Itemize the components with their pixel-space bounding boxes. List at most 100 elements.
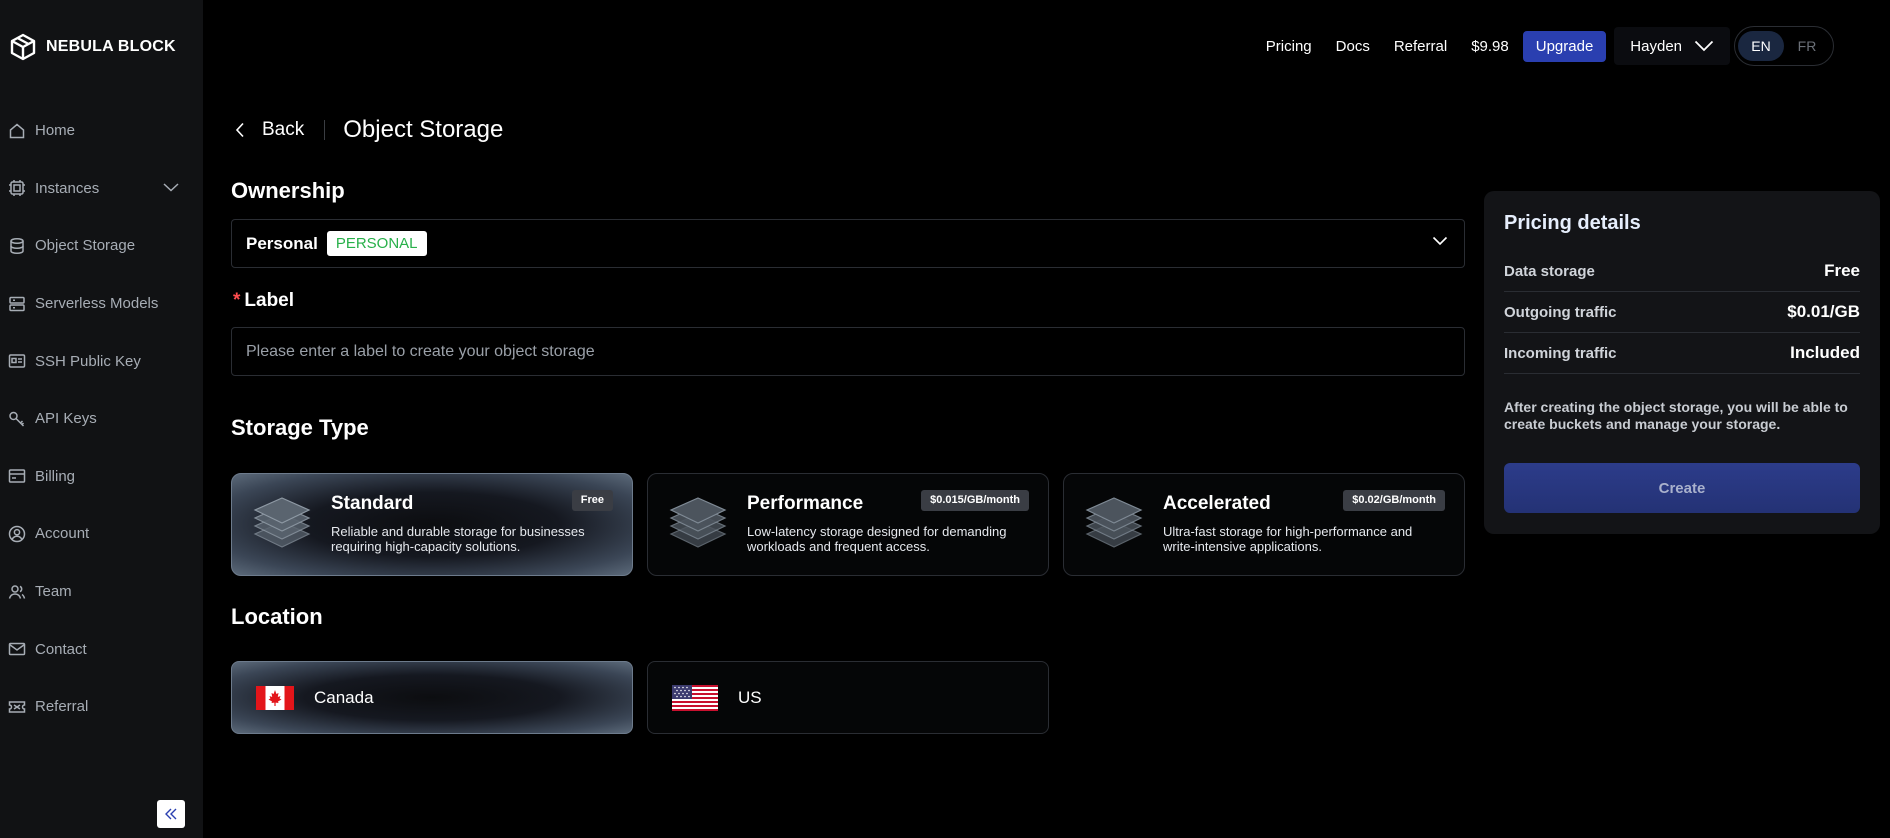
top-nav: Pricing Docs Referral $9.98 Upgrade Hayd… <box>1242 26 1834 66</box>
storage-card-standard[interactable]: Standard Free Reliable and durable stora… <box>231 473 633 576</box>
storage-card-price-badge: $0.015/GB/month <box>921 490 1029 511</box>
sidebar-item-label: SSH Public Key <box>35 352 141 370</box>
sidebar: NEBULA BLOCK Home Instances Object Stora… <box>0 0 203 838</box>
sidebar-item-label: Billing <box>35 467 76 485</box>
ownership-value: Personal <box>246 233 318 253</box>
collapse-sidebar-button[interactable] <box>157 800 185 828</box>
location-name: Canada <box>314 687 374 707</box>
sidebar-item-label: Home <box>35 122 76 140</box>
sidebar-nav: Home Instances Object Storage Serverless… <box>0 102 203 736</box>
storage-type-title: Storage Type <box>231 415 369 440</box>
sidebar-item-api-keys[interactable]: API Keys <box>0 390 203 448</box>
home-icon <box>8 122 26 140</box>
team-icon <box>8 583 26 601</box>
sidebar-item-account[interactable]: Account <box>0 505 203 563</box>
ticket-icon <box>8 698 26 716</box>
storage-card-price-badge: Free <box>571 490 613 511</box>
storage-card-accelerated[interactable]: Accelerated $0.02/GB/month Ultra-fast st… <box>1063 473 1465 576</box>
required-mark: * <box>233 290 241 311</box>
location-option-canada[interactable]: Canada <box>231 661 633 734</box>
pricing-row-key: Data storage <box>1504 262 1595 280</box>
lang-fr-option[interactable]: FR <box>1784 31 1830 61</box>
canada-flag-icon <box>256 685 294 710</box>
brand-logo[interactable]: NEBULA BLOCK <box>8 32 176 62</box>
sidebar-item-label: Contact <box>35 640 87 658</box>
sidebar-item-object-storage[interactable]: Object Storage <box>0 217 203 275</box>
storage-card-title: Accelerated <box>1163 493 1271 514</box>
topbar: Pricing Docs Referral $9.98 Upgrade Hayd… <box>203 0 1890 94</box>
storage-card-description: Low-latency storage designed for demandi… <box>747 524 1007 554</box>
pricing-row: Outgoing traffic $0.01/GB <box>1504 292 1860 333</box>
page-title: Object Storage <box>343 116 504 143</box>
user-menu[interactable]: Hayden <box>1614 27 1730 65</box>
label-title: * Label <box>233 290 294 312</box>
mail-icon <box>8 640 26 658</box>
key-icon <box>8 410 26 428</box>
pricing-row-value: Free <box>1824 261 1860 280</box>
upgrade-button[interactable]: Upgrade <box>1522 30 1607 62</box>
pricing-row-value: $0.01/GB <box>1787 302 1860 321</box>
storage-type-options: Standard Free Reliable and durable stora… <box>231 473 1465 576</box>
sidebar-item-label: Referral <box>35 698 89 716</box>
sidebar-item-instances[interactable]: Instances <box>0 160 203 218</box>
storage-card-title: Performance <box>747 493 864 514</box>
storage-stack-icon <box>1084 492 1144 555</box>
sidebar-item-referral[interactable]: Referral <box>0 678 203 736</box>
id-card-icon <box>8 352 26 370</box>
pricing-row-key: Incoming traffic <box>1504 344 1617 362</box>
create-button[interactable]: Create <box>1504 463 1860 513</box>
sidebar-item-contact[interactable]: Contact <box>0 620 203 678</box>
ownership-title: Ownership <box>231 178 345 203</box>
user-circle-icon <box>8 525 26 543</box>
storage-card-title: Standard <box>331 493 414 514</box>
pricing-rows: Data storage Free Outgoing traffic $0.01… <box>1504 251 1860 374</box>
docs-link[interactable]: Docs <box>1336 38 1370 55</box>
us-flag-icon <box>672 684 718 711</box>
sidebar-item-billing[interactable]: Billing <box>0 448 203 506</box>
language-switcher: EN FR <box>1734 26 1834 66</box>
database-icon <box>8 237 26 255</box>
sidebar-item-label: Account <box>35 525 90 543</box>
pricing-row-key: Outgoing traffic <box>1504 303 1617 321</box>
chevron-down-icon <box>1694 40 1714 52</box>
location-title: Location <box>231 604 323 629</box>
pricing-row: Incoming traffic Included <box>1504 333 1860 374</box>
balance-display: $9.98 <box>1471 37 1509 55</box>
logo-icon <box>8 32 38 62</box>
sidebar-item-team[interactable]: Team <box>0 563 203 621</box>
sidebar-item-label: Serverless Models <box>35 295 159 313</box>
ownership-badge: PERSONAL <box>326 231 427 256</box>
billing-icon <box>8 467 26 485</box>
chevron-left-icon <box>235 122 245 138</box>
pricing-details-panel: Pricing details Data storage Free Outgoi… <box>1484 191 1880 534</box>
user-name: Hayden <box>1630 37 1682 55</box>
brand-name: NEBULA BLOCK <box>46 38 176 55</box>
storage-card-performance[interactable]: Performance $0.015/GB/month Low-latency … <box>647 473 1049 576</box>
label-title-text: Label <box>244 290 295 311</box>
label-input[interactable] <box>231 327 1465 376</box>
storage-stack-icon <box>252 492 312 555</box>
location-option-us[interactable]: US <box>647 661 1049 734</box>
back-button[interactable]: Back <box>231 119 304 141</box>
chevron-down-icon[interactable] <box>163 180 179 197</box>
storage-card-description: Ultra-fast storage for high-performance … <box>1163 524 1413 554</box>
pricing-note: After creating the object storage, you w… <box>1504 399 1848 432</box>
sidebar-item-label: API Keys <box>35 410 97 428</box>
back-label: Back <box>262 119 305 140</box>
pricing-row-value: Included <box>1790 343 1860 362</box>
sidebar-item-serverless-models[interactable]: Serverless Models <box>0 275 203 333</box>
sidebar-item-home[interactable]: Home <box>0 102 203 160</box>
storage-stack-icon <box>668 492 728 555</box>
lang-en-option[interactable]: EN <box>1738 31 1784 61</box>
chevron-down-icon <box>1432 236 1448 246</box>
double-chevron-left-icon <box>163 806 179 822</box>
pricing-link[interactable]: Pricing <box>1266 38 1312 55</box>
sidebar-item-ssh-public-key[interactable]: SSH Public Key <box>0 332 203 390</box>
cpu-icon <box>8 179 26 197</box>
location-name: US <box>738 687 762 707</box>
storage-card-description: Reliable and durable storage for busines… <box>331 524 585 554</box>
referral-link[interactable]: Referral <box>1394 38 1447 55</box>
sidebar-item-label: Object Storage <box>35 237 136 255</box>
header-divider <box>324 120 326 140</box>
ownership-select[interactable]: Personal PERSONAL <box>231 219 1465 268</box>
